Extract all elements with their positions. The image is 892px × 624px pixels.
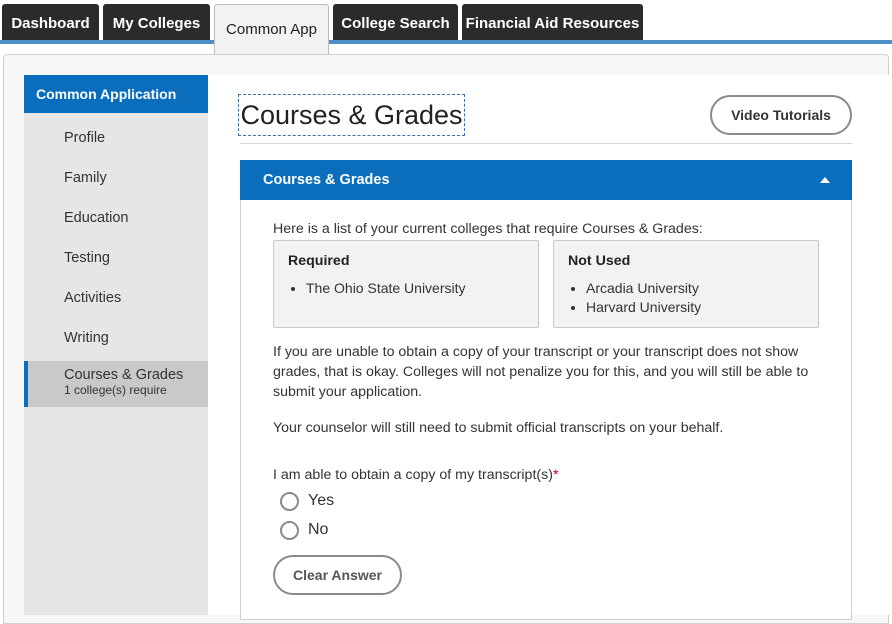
- question-label: I am able to obtain a copy of my transcr…: [273, 467, 553, 483]
- title-divider: [240, 143, 852, 144]
- intro-text: Here is a list of your current colleges …: [273, 219, 833, 239]
- sidebar-item-family[interactable]: Family: [24, 170, 208, 186]
- tab-dashboard[interactable]: Dashboard: [2, 4, 99, 42]
- sidebar-item-profile[interactable]: Profile: [24, 130, 208, 146]
- sidebar-item-sublabel: 1 college(s) require: [64, 383, 208, 397]
- list-item: Harvard University: [586, 298, 701, 317]
- clear-answer-button[interactable]: Clear Answer: [273, 555, 402, 595]
- no-radio[interactable]: [280, 521, 299, 540]
- top-navigation: Dashboard My Colleges Common App College…: [0, 0, 892, 46]
- required-asterisk: *: [553, 467, 559, 483]
- sidebar-item-label: Courses & Grades: [64, 367, 208, 383]
- transcript-info-text: If you are unable to obtain a copy of yo…: [273, 342, 813, 402]
- tab-my-colleges[interactable]: My Colleges: [103, 4, 210, 42]
- sidebar-item-label: Family: [64, 170, 107, 186]
- sidebar-title: Common Application: [24, 75, 208, 113]
- transcript-question: I am able to obtain a copy of my transcr…: [273, 465, 833, 485]
- required-title: Required: [288, 253, 350, 269]
- sidebar-item-label: Activities: [64, 290, 121, 306]
- section-title: Courses & Grades: [263, 172, 390, 188]
- sidebar-item-education[interactable]: Education: [24, 210, 208, 226]
- video-tutorials-button[interactable]: Video Tutorials: [710, 95, 852, 135]
- sidebar-item-writing[interactable]: Writing: [24, 330, 208, 346]
- collapse-caret-icon[interactable]: [820, 177, 830, 183]
- sidebar-item-label: Writing: [64, 330, 109, 346]
- yes-label[interactable]: Yes: [308, 492, 334, 510]
- sidebar-item-label: Testing: [64, 250, 110, 266]
- tab-college-search[interactable]: College Search: [333, 4, 458, 42]
- sidebar-item-activities[interactable]: Activities: [24, 290, 208, 306]
- section-header[interactable]: Courses & Grades: [240, 160, 852, 200]
- required-colleges-box: Required The Ohio State University: [273, 240, 539, 328]
- sidebar-item-testing[interactable]: Testing: [24, 250, 208, 266]
- no-label[interactable]: No: [308, 521, 328, 539]
- list-item: The Ohio State University: [306, 279, 466, 298]
- not-used-title: Not Used: [568, 253, 630, 269]
- sidebar-item-courses-grades[interactable]: Courses & Grades 1 college(s) require: [24, 361, 208, 407]
- sidebar-item-label: Profile: [64, 130, 105, 146]
- page-title: Courses & Grades: [238, 94, 465, 136]
- sidebar: Common Application Profile Family Educat…: [24, 75, 208, 615]
- tab-underline: [0, 40, 892, 44]
- counselor-note-text: Your counselor will still need to submit…: [273, 418, 833, 438]
- yes-radio[interactable]: [280, 492, 299, 511]
- tab-common-app[interactable]: Common App: [214, 4, 329, 54]
- tab-financial-aid-resources[interactable]: Financial Aid Resources: [462, 4, 643, 42]
- sidebar-item-label: Education: [64, 210, 129, 226]
- list-item: Arcadia University: [586, 279, 701, 298]
- not-used-colleges-box: Not Used Arcadia University Harvard Univ…: [553, 240, 819, 328]
